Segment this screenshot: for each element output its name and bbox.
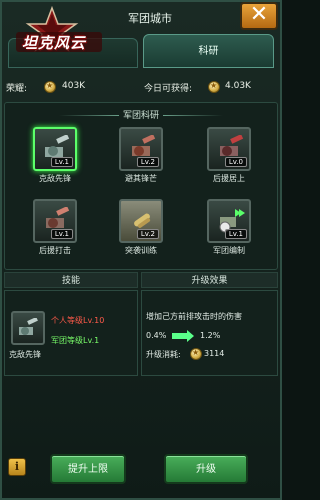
honor-row: 荣耀: 403K 今日可获得: 4.03K	[4, 76, 278, 100]
game-logo: 坦克风云	[6, 5, 106, 60]
upgrade-button[interactable]: 升级	[164, 454, 248, 484]
honor-label: 荣耀:	[6, 84, 28, 94]
tank-gun-icon: Lv.1	[33, 127, 77, 171]
today-value: 4.03K	[225, 81, 251, 91]
cost-coin-icon	[190, 348, 202, 360]
skill-header: 技能	[4, 272, 138, 288]
tech-level-badge: Lv.2	[136, 229, 159, 239]
close-button[interactable]: ✕	[240, 2, 278, 30]
tank-shell-icon: Lv.2	[119, 127, 163, 171]
tech-item-avoid-edge[interactable]: Lv.2 避其锋芒	[111, 127, 171, 184]
tech-level-badge: Lv.1	[224, 229, 247, 239]
cost-value: 3114	[204, 349, 225, 358]
tech-level-badge: Lv.1	[50, 229, 73, 239]
close-icon: ✕	[249, 2, 269, 27]
tech-name: 后援居上	[213, 174, 245, 183]
skill-name: 克敌先锋	[9, 350, 41, 359]
tank-cannon-icon: Lv.0	[207, 127, 251, 171]
tech-name: 避其锋芒	[125, 174, 157, 183]
info-button[interactable]: i	[8, 458, 26, 476]
effect-header: 升级效果	[141, 272, 278, 288]
formation-icon: Lv.1	[207, 199, 251, 243]
tank-turret-icon: Lv.1	[33, 199, 77, 243]
skill-detail: 个人等级Lv.10 军团等级Lv.1 克敌先锋	[4, 290, 138, 376]
today-coin-icon	[208, 81, 220, 93]
arrow-right-icon	[172, 330, 194, 342]
tech-name: 军团编制	[213, 246, 245, 255]
effect-to-value: 1.2%	[200, 331, 221, 340]
skill-tank-icon	[11, 311, 45, 345]
legion-science-panel: 军团科研 Lv.1 克敌先锋 Lv.2 避其锋芒 Lv.0 后援居上 Lv.1 …	[4, 102, 278, 270]
tech-item-legion-formation[interactable]: Lv.1 军团编制	[199, 199, 259, 256]
honor-coin-icon	[44, 81, 56, 93]
effect-description: 增加己方前排攻击时的伤害	[146, 312, 242, 321]
today-label: 今日可获得:	[144, 84, 193, 94]
tech-level-badge: Lv.1	[50, 157, 73, 167]
raise-limit-button[interactable]: 提升上限	[50, 454, 126, 484]
tech-name: 突袭训练	[125, 246, 157, 255]
info-icon: i	[14, 460, 20, 473]
effect-from-value: 0.4%	[146, 331, 167, 340]
tech-name: 克敌先锋	[39, 174, 71, 183]
tech-item-rear-rise[interactable]: Lv.0 后援居上	[199, 127, 259, 184]
req-personal-level: 个人等级Lv.10	[51, 316, 105, 325]
tech-item-rear-strike[interactable]: Lv.1 后援打击	[25, 199, 85, 256]
honor-value: 403K	[62, 81, 86, 91]
upgrade-effect: 增加己方前排攻击时的伤害 0.4% 1.2% 升级消耗: 3114	[141, 290, 278, 376]
detail-header-row: 技能 升级效果	[4, 272, 278, 288]
tech-level-badge: Lv.2	[136, 157, 159, 167]
cost-label: 升级消耗:	[146, 350, 181, 359]
tab-research[interactable]: 科研	[143, 34, 274, 68]
tech-name: 后援打击	[39, 246, 71, 255]
tech-level-badge: Lv.0	[224, 157, 247, 167]
tech-item-enemy-vanguard[interactable]: Lv.1 克敌先锋	[25, 127, 85, 184]
bullet-icon: Lv.2	[119, 199, 163, 243]
req-legion-level: 军团等级Lv.1	[51, 336, 100, 345]
tech-item-raid-training[interactable]: Lv.2 突袭训练	[111, 199, 171, 256]
science-title: 军团科研	[5, 108, 277, 121]
logo-text: 坦克风云	[22, 34, 87, 52]
